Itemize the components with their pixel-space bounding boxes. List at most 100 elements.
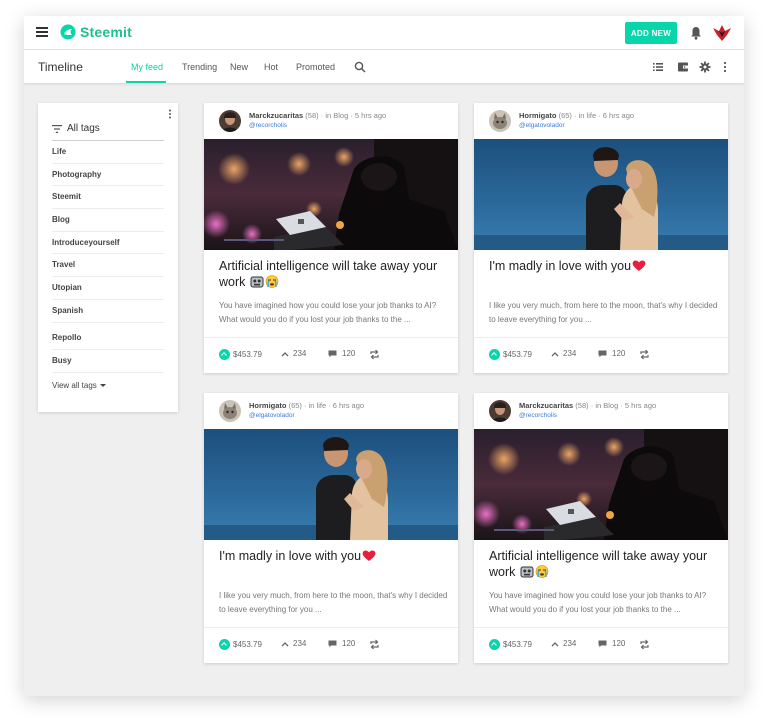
payout-value: $453.79 bbox=[503, 350, 532, 359]
steemit-logo[interactable]: Steemit bbox=[60, 24, 132, 40]
post-image[interactable] bbox=[204, 429, 458, 540]
author-name[interactable]: Hormigato bbox=[519, 111, 557, 120]
resteem-icon[interactable] bbox=[639, 639, 650, 650]
tag-item-spanish[interactable]: Spanish bbox=[52, 300, 164, 323]
tags-sidebar: All tags Life Photography Steemit Blog I… bbox=[38, 103, 178, 412]
settings-gear-icon[interactable] bbox=[699, 61, 711, 73]
user-avatar[interactable] bbox=[710, 21, 734, 45]
comment-count[interactable]: 120 bbox=[598, 349, 625, 358]
post-card[interactable]: Marckzucaritas (58) · in Blog · 5 hrs ag… bbox=[474, 393, 728, 663]
author-avatar[interactable] bbox=[219, 400, 241, 422]
chevron-up-icon bbox=[281, 351, 289, 356]
post-excerpt: You have imagined how you could lose you… bbox=[219, 301, 437, 324]
payout-value: $453.79 bbox=[233, 350, 262, 359]
tag-item-blog[interactable]: Blog bbox=[52, 209, 164, 232]
post-excerpt: I like you very much, from here to the m… bbox=[219, 591, 448, 614]
vote-count[interactable]: 234 bbox=[551, 349, 576, 358]
card-divider bbox=[474, 337, 728, 338]
resteem-icon[interactable] bbox=[369, 639, 380, 650]
tag-item-busy[interactable]: Busy bbox=[52, 350, 164, 373]
post-title[interactable]: Artificial intelligence will take away y… bbox=[489, 548, 719, 580]
search-icon[interactable] bbox=[354, 61, 366, 73]
post-context: · in Blog · 5 hrs ago bbox=[320, 111, 387, 120]
tag-item-introduceyourself[interactable]: Introduceyourself bbox=[52, 232, 164, 255]
sidebar-more-icon[interactable] bbox=[168, 109, 172, 119]
resteem-icon[interactable] bbox=[369, 349, 380, 360]
comment-count[interactable]: 120 bbox=[328, 349, 355, 358]
tab-new[interactable]: New bbox=[230, 62, 248, 72]
post-image[interactable] bbox=[474, 429, 728, 540]
tag-item-photography[interactable]: Photography bbox=[52, 164, 164, 187]
tag-item-life[interactable]: Life bbox=[52, 141, 164, 164]
post-title[interactable]: I'm madly in love with you bbox=[489, 258, 719, 274]
caret-down-icon bbox=[99, 384, 106, 388]
app-name: Steemit bbox=[80, 24, 132, 40]
author-handle[interactable]: @elgatovolador bbox=[249, 412, 295, 419]
author-avatar[interactable] bbox=[489, 400, 511, 422]
author-reputation: (58) bbox=[575, 401, 589, 410]
post-image[interactable] bbox=[474, 139, 728, 250]
post-card[interactable]: Marckzucaritas (58) · in Blog · 5 hrs ag… bbox=[204, 103, 458, 373]
post-meta: Hormigato (65) · in life · 6 hrs ago bbox=[249, 401, 364, 410]
author-name[interactable]: Marckzucaritas bbox=[519, 401, 573, 410]
author-avatar[interactable] bbox=[219, 110, 241, 132]
comment-icon bbox=[598, 640, 607, 647]
post-card[interactable]: Hormigato (65) · in life · 6 hrs ago @el… bbox=[474, 103, 728, 373]
author-handle[interactable]: @recorcholis bbox=[519, 412, 557, 419]
author-handle[interactable]: @recorcholis bbox=[249, 122, 287, 129]
author-name[interactable]: Marckzucaritas bbox=[249, 111, 303, 120]
vote-count[interactable]: 234 bbox=[281, 639, 306, 648]
tag-item-travel[interactable]: Travel bbox=[52, 254, 164, 278]
tab-trending[interactable]: Trending bbox=[182, 62, 217, 72]
more-options-icon[interactable] bbox=[722, 61, 728, 73]
post-footer: $453.79 234 120 bbox=[219, 639, 449, 651]
view-all-tags-link[interactable]: View all tags bbox=[52, 381, 106, 390]
upvote-circle-icon[interactable] bbox=[219, 639, 230, 650]
vote-count[interactable]: 234 bbox=[551, 639, 576, 648]
post-context: · in life · 6 hrs ago bbox=[304, 401, 365, 410]
post-image[interactable] bbox=[204, 139, 458, 250]
post-context: · in Blog · 5 hrs ago bbox=[590, 401, 657, 410]
payout-value: $453.79 bbox=[233, 640, 262, 649]
author-avatar[interactable] bbox=[489, 110, 511, 132]
comments-value: 120 bbox=[342, 639, 356, 648]
hamburger-menu-icon[interactable] bbox=[36, 27, 48, 37]
comments-value: 120 bbox=[612, 349, 626, 358]
payout: $453.79 bbox=[219, 639, 262, 650]
tab-my-feed[interactable]: My feed bbox=[131, 62, 163, 72]
resteem-icon[interactable] bbox=[639, 349, 650, 360]
author-handle[interactable]: @elgatovolador bbox=[519, 122, 565, 129]
upvote-circle-icon[interactable] bbox=[489, 349, 500, 360]
all-tags-label: All tags bbox=[67, 123, 100, 134]
tag-item-steemit[interactable]: Steemit bbox=[52, 186, 164, 210]
vote-count[interactable]: 234 bbox=[281, 349, 306, 358]
comment-count[interactable]: 120 bbox=[328, 639, 355, 648]
tab-promoted[interactable]: Promoted bbox=[296, 62, 335, 72]
all-tags-filter[interactable]: All tags bbox=[52, 123, 100, 134]
author-name[interactable]: Hormigato bbox=[249, 401, 287, 410]
author-reputation: (65) bbox=[288, 401, 302, 410]
upvote-circle-icon[interactable] bbox=[219, 349, 230, 360]
tag-item-repollo[interactable]: Repollo bbox=[52, 327, 164, 350]
wallet-icon[interactable] bbox=[677, 61, 689, 73]
post-meta: Marckzucaritas (58) · in Blog · 5 hrs ag… bbox=[249, 111, 386, 120]
tag-item-utopian[interactable]: Utopian bbox=[52, 277, 164, 300]
chevron-up-icon bbox=[551, 351, 559, 356]
chevron-up-icon bbox=[281, 641, 289, 646]
steemit-logo-icon bbox=[60, 24, 76, 40]
comment-icon bbox=[328, 640, 337, 647]
payout: $453.79 bbox=[219, 349, 262, 360]
add-new-button[interactable]: ADD NEW bbox=[625, 22, 677, 44]
post-context: · in life · 6 hrs ago bbox=[574, 111, 635, 120]
post-title[interactable]: I'm madly in love with you bbox=[219, 548, 449, 564]
post-title[interactable]: Artificial intelligence will take away y… bbox=[219, 258, 449, 290]
comment-count[interactable]: 120 bbox=[598, 639, 625, 648]
bell-icon[interactable] bbox=[690, 26, 702, 40]
author-reputation: (65) bbox=[558, 111, 572, 120]
upvote-circle-icon[interactable] bbox=[489, 639, 500, 650]
post-footer: $453.79 234 120 bbox=[489, 639, 719, 651]
list-view-icon[interactable] bbox=[652, 61, 664, 73]
tab-hot[interactable]: Hot bbox=[264, 62, 278, 72]
app-window: Steemit ADD NEW Timeline My feed Trendin… bbox=[24, 16, 744, 696]
post-card[interactable]: Hormigato (65) · in life · 6 hrs ago @el… bbox=[204, 393, 458, 663]
